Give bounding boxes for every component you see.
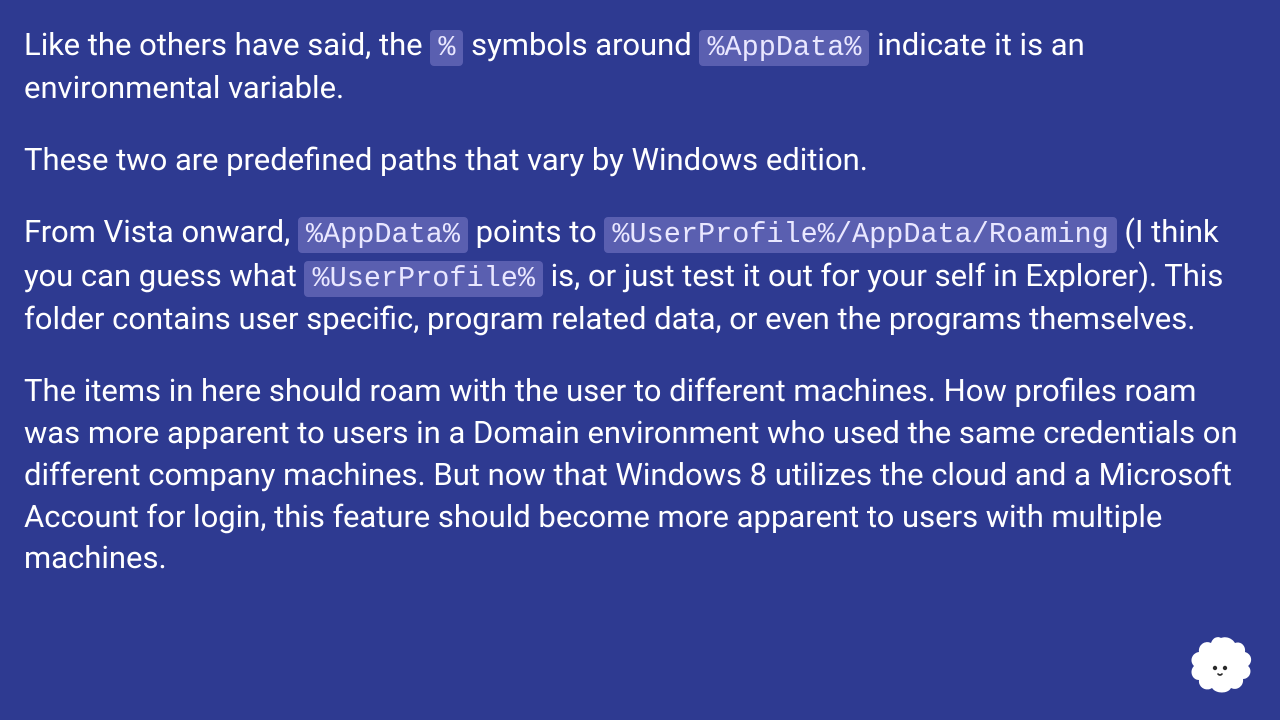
paragraph-4: The items in here should roam with the u… [24,370,1256,579]
inline-code: %AppData% [699,30,869,66]
inline-code: %AppData% [298,217,468,253]
mascot-icon [1186,634,1256,696]
paragraph-1: Like the others have said, the % symbols… [24,24,1256,109]
paragraph-3: From Vista onward, %AppData% points to %… [24,211,1256,340]
paragraph-2: These two are predefined paths that vary… [24,139,1256,181]
text: Like the others have said, the [24,26,430,63]
text: From Vista onward, [24,213,298,250]
answer-body: Like the others have said, the % symbols… [0,0,1280,579]
inline-code: %UserProfile%/AppData/Roaming [604,217,1116,253]
inline-code: %UserProfile% [304,261,542,297]
text: points to [468,213,604,250]
inline-code: % [430,30,463,66]
text: symbols around [463,26,699,63]
